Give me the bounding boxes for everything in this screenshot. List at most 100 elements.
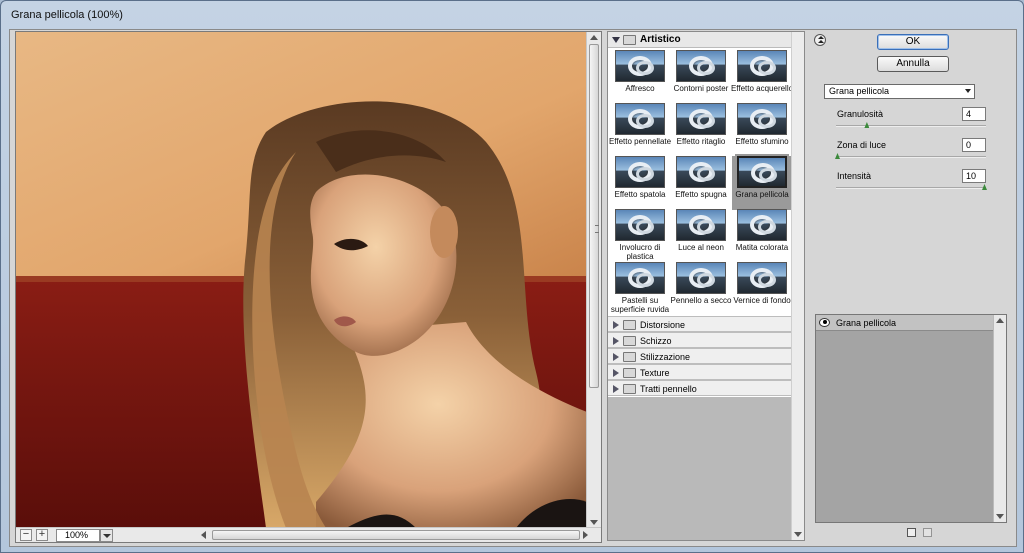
thumbnail-label: Vernice di fondo xyxy=(733,296,791,305)
zoom-dropdown-button[interactable] xyxy=(100,529,113,542)
expand-triangle-icon[interactable] xyxy=(613,385,619,393)
thumbnail-label: Luce al neon xyxy=(678,243,724,252)
preview-vertical-scrollbar[interactable] xyxy=(586,32,601,528)
thumbnail-image xyxy=(615,209,665,241)
thumbnail-image xyxy=(737,50,787,82)
thumbnail-label: Matita colorata xyxy=(735,243,789,252)
scroll-down-arrow-icon[interactable] xyxy=(996,514,1004,519)
filter-thumbnail[interactable]: Effetto acquerello xyxy=(731,50,793,104)
filter-thumbnail[interactable]: Involucro di plastica xyxy=(610,209,670,263)
thumbnail-image xyxy=(737,209,787,241)
param-value-field[interactable]: 10 xyxy=(962,169,986,183)
folder-icon xyxy=(623,320,636,330)
param-slider[interactable] xyxy=(835,153,986,159)
scroll-left-arrow-icon[interactable] xyxy=(201,531,206,539)
horizontal-scroll-thumb[interactable] xyxy=(212,530,580,540)
thumbnail-label: Affresco xyxy=(625,84,655,93)
thumbnail-image xyxy=(676,50,726,82)
filter-thumbnail[interactable]: Vernice di fondo xyxy=(732,262,792,316)
filter-thumbnail[interactable]: Effetto ritaglio xyxy=(671,103,731,157)
folder-label: Schizzo xyxy=(640,336,672,346)
filter-thumbnail[interactable]: Effetto spatola xyxy=(610,156,670,210)
delete-effect-layer-icon[interactable] xyxy=(923,528,932,537)
scroll-down-arrow-icon[interactable] xyxy=(590,520,598,525)
filter-thumbnail[interactable]: Effetto sfumino xyxy=(732,103,792,157)
filter-thumbnail[interactable]: Matita colorata xyxy=(732,209,792,263)
chevron-down-icon xyxy=(965,89,971,93)
effect-layers-panel: Grana pellicola xyxy=(815,314,1007,523)
ok-button[interactable]: OK xyxy=(877,34,949,50)
folder-icon xyxy=(623,384,636,394)
folder-row[interactable]: Schizzo xyxy=(608,332,791,348)
filter-thumbnail[interactable]: Effetto spugna xyxy=(671,156,731,210)
cancel-button[interactable]: Annulla xyxy=(877,56,949,72)
scroll-up-arrow-icon[interactable] xyxy=(590,35,598,40)
collapse-gallery-icon[interactable] xyxy=(814,34,826,46)
filter-thumbnail[interactable]: Luce al neon xyxy=(671,209,731,263)
expand-triangle-icon[interactable] xyxy=(613,321,619,329)
zoom-out-button[interactable]: − xyxy=(20,529,32,541)
scroll-thumb[interactable] xyxy=(589,44,599,388)
thumbnail-label: Effetto ritaglio xyxy=(676,137,726,146)
folder-row[interactable]: Texture xyxy=(608,364,791,380)
folder-artistico[interactable]: Artistico xyxy=(608,32,791,48)
expand-triangle-icon[interactable] xyxy=(613,369,619,377)
scroll-right-arrow-icon[interactable] xyxy=(583,531,588,539)
folder-icon xyxy=(623,336,636,346)
scroll-up-arrow-icon[interactable] xyxy=(996,318,1004,323)
filter-thumbnail[interactable]: Pastelli su superficie ruvida xyxy=(610,262,670,316)
dialog-client: − + 100% Artistico Affresco Contorni post… xyxy=(9,29,1017,547)
thumbnail-image xyxy=(737,262,787,294)
folder-icon xyxy=(623,35,636,45)
filter-thumbnail[interactable]: Effetto pennellate xyxy=(609,103,671,157)
thumbnail-label: Effetto pennellate xyxy=(608,137,672,146)
thumbnail-image xyxy=(676,209,726,241)
filter-thumbnail[interactable]: Grana pellicola xyxy=(732,154,792,210)
thumbnail-label: Grana pellicola xyxy=(735,190,789,199)
effect-layer-row[interactable]: Grana pellicola xyxy=(816,315,993,331)
thumbnail-label: Effetto acquerello xyxy=(730,84,794,93)
filter-thumbnail[interactable]: Pennello a secco xyxy=(671,262,731,316)
folder-row[interactable]: Distorsione xyxy=(608,316,791,332)
expand-triangle-icon[interactable] xyxy=(613,337,619,345)
scroll-down-arrow-icon[interactable] xyxy=(794,532,802,537)
effect-layer-label: Grana pellicola xyxy=(836,318,897,328)
folder-row[interactable]: Stilizzazione xyxy=(608,348,791,364)
param-slider[interactable] xyxy=(836,184,987,190)
thumbnail-image xyxy=(735,154,789,190)
layers-scrollbar[interactable] xyxy=(993,315,1006,522)
thumbnail-image xyxy=(615,156,665,188)
thumbnail-label: Effetto sfumino xyxy=(735,137,789,146)
slider-handle[interactable] xyxy=(835,153,840,159)
portrait-photo xyxy=(16,32,587,528)
filter-select[interactable]: Grana pellicola xyxy=(824,84,975,99)
folder-label: Tratti pennello xyxy=(640,384,697,394)
folder-label: Stilizzazione xyxy=(640,352,691,362)
folder-label: Distorsione xyxy=(640,320,686,330)
zoom-level-field[interactable]: 100% xyxy=(56,529,100,542)
slider-handle[interactable] xyxy=(982,184,987,190)
new-effect-layer-icon[interactable] xyxy=(907,528,916,537)
zoom-in-button[interactable]: + xyxy=(36,529,48,541)
param-value-field[interactable]: 0 xyxy=(962,138,986,152)
filter-select-value: Grana pellicola xyxy=(829,86,890,96)
thumbnail-label: Effetto spugna xyxy=(675,190,727,199)
filter-thumbnail[interactable]: Contorni poster xyxy=(671,50,731,104)
filter-thumbnail[interactable]: Affresco xyxy=(610,50,670,104)
filter-gallery-window: Grana pellicola (100%) − + 100% Artistic… xyxy=(0,0,1024,553)
folder-row[interactable]: Tratti pennello xyxy=(608,380,791,396)
thumbnail-label: Involucro di plastica xyxy=(619,243,661,261)
gallery-scrollbar[interactable] xyxy=(791,32,804,540)
preview-image[interactable] xyxy=(16,32,587,528)
folder-label: Artistico xyxy=(640,34,681,45)
thumbnail-image xyxy=(737,103,787,135)
slider-handle[interactable] xyxy=(864,122,870,128)
param-value-field[interactable]: 4 xyxy=(962,107,986,121)
eye-icon[interactable] xyxy=(819,318,830,327)
expand-triangle-icon[interactable] xyxy=(613,353,619,361)
folder-label: Texture xyxy=(640,368,670,378)
param-slider[interactable] xyxy=(836,122,986,128)
folder-icon xyxy=(623,368,636,378)
expand-triangle-icon[interactable] xyxy=(612,37,620,43)
thumbnail-image xyxy=(676,262,726,294)
